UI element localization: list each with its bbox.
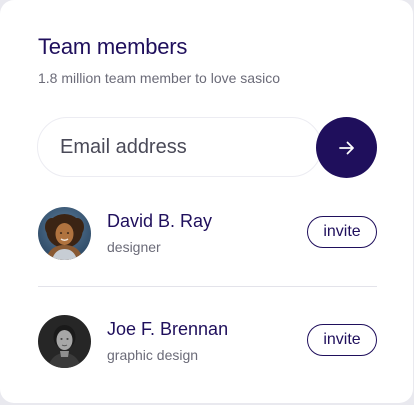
email-field[interactable] (60, 118, 300, 176)
list-item: David B. Ray designer invite (38, 207, 377, 261)
member-role: designer (107, 239, 161, 255)
arrow-right-icon (338, 141, 354, 154)
submit-email-button[interactable] (316, 117, 377, 178)
divider (38, 286, 377, 287)
avatar (38, 207, 91, 260)
member-name: Joe F. Brennan (107, 319, 229, 339)
invite-button[interactable]: invite (307, 216, 377, 248)
member-name: David B. Ray (107, 211, 213, 231)
card-title: Team members (38, 34, 188, 59)
team-members-card: Team members 1.8 million team member to … (0, 0, 413, 403)
card-subtitle: 1.8 million team member to love sasico (38, 70, 280, 86)
avatar (38, 315, 91, 368)
email-field-container (37, 117, 322, 177)
invite-button[interactable]: invite (307, 324, 377, 356)
member-role: graphic design (107, 347, 199, 363)
list-item: Joe F. Brennan graphic design invite (38, 315, 377, 369)
